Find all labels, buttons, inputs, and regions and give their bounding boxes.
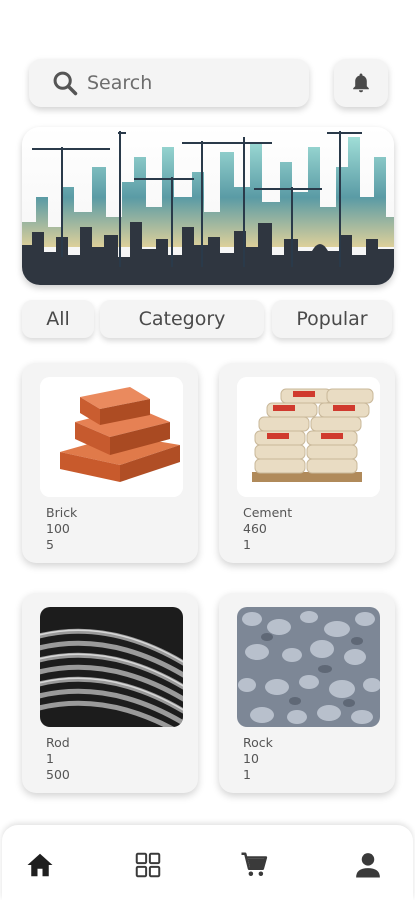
- search-icon: [53, 71, 78, 96]
- product-quantity: 1: [243, 537, 251, 552]
- filter-category[interactable]: Category: [100, 300, 264, 338]
- search-bar[interactable]: [29, 59, 309, 107]
- product-value: 460: [243, 521, 267, 536]
- product-card-brick[interactable]: Brick 100 5: [22, 363, 198, 563]
- filter-all[interactable]: All: [22, 300, 94, 338]
- product-name: Rock: [243, 735, 273, 750]
- bottom-navigation: [2, 825, 413, 900]
- product-value: 10: [243, 751, 259, 766]
- product-card-rock[interactable]: Rock 10 1: [219, 593, 395, 793]
- filter-category-label: Category: [138, 308, 226, 330]
- brick-image: [40, 377, 183, 497]
- product-name: Cement: [243, 505, 293, 520]
- product-value: 100: [46, 521, 70, 536]
- nav-categories[interactable]: [132, 849, 164, 881]
- nav-home[interactable]: [24, 849, 56, 881]
- construction-banner: [22, 127, 394, 285]
- filter-popular-label: Popular: [296, 308, 368, 330]
- notification-button[interactable]: [334, 59, 388, 107]
- grid-icon: [135, 852, 161, 878]
- product-quantity: 1: [243, 767, 251, 782]
- cart-icon: [241, 852, 268, 876]
- product-name: Brick: [46, 505, 78, 520]
- filter-all-label: All: [46, 308, 70, 330]
- product-card-rod[interactable]: Rod 1 500: [22, 593, 198, 793]
- bell-icon: [353, 73, 369, 93]
- filter-popular[interactable]: Popular: [272, 300, 392, 338]
- search-input[interactable]: [87, 72, 287, 94]
- rock-image: [237, 607, 380, 727]
- product-meta: Rock 10 1: [243, 735, 273, 783]
- nav-cart[interactable]: [238, 849, 270, 881]
- product-quantity: 5: [46, 537, 54, 552]
- rod-image: [40, 607, 183, 727]
- user-icon: [356, 853, 380, 878]
- product-value: 1: [46, 751, 54, 766]
- home-icon: [27, 853, 53, 877]
- product-quantity: 500: [46, 767, 70, 782]
- product-meta: Brick 100 5: [46, 505, 77, 553]
- product-meta: Cement 460 1: [243, 505, 292, 553]
- product-name: Rod: [46, 735, 70, 750]
- product-meta: Rod 1 500: [46, 735, 70, 783]
- nav-profile[interactable]: [352, 849, 384, 881]
- cement-image: [237, 377, 380, 497]
- product-card-cement[interactable]: Cement 460 1: [219, 363, 395, 563]
